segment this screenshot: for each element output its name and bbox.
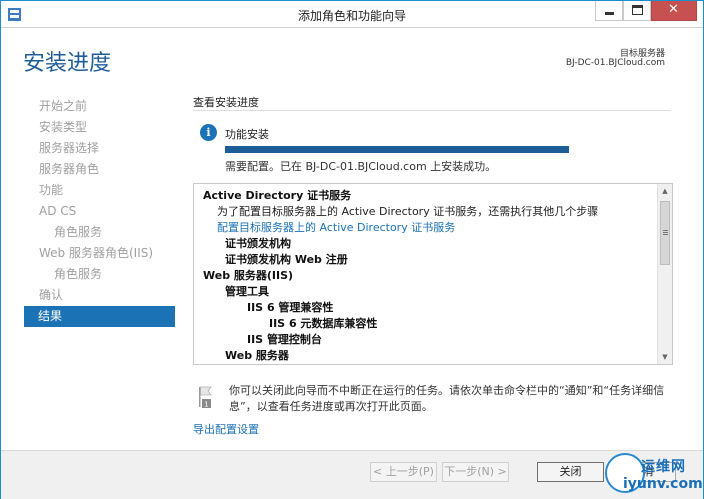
export-config-link[interactable]: 导出配置设置 (193, 421, 259, 437)
nav-item-web-server-role[interactable]: Web 服务器角色(IIS) (25, 243, 175, 264)
results-scrollbar[interactable]: ▲ ▼ (657, 184, 672, 364)
close-window-button[interactable]: ✕ (651, 1, 697, 21)
footer-bar: < 上一步(P) 下一步(N) > 关闭 取消 (1, 450, 703, 499)
nav-item-features[interactable]: 功能 (25, 180, 175, 201)
results-link[interactable]: 配置目标服务器上的 Active Directory 证书服务 (203, 220, 653, 236)
nav-item-before-you-begin[interactable]: 开始之前 (25, 96, 175, 117)
nav-item-server-selection[interactable]: 服务器选择 (25, 138, 175, 159)
wizard-window: 添加角色和功能向导 ✕ 安装进度 目标服务器 BJ-DC-01.BJCloud.… (0, 0, 704, 499)
nav-item-results[interactable]: 结果 (24, 306, 175, 327)
close-wizard-note: 你可以关闭此向导而不中断正在运行的任务。请依次单击命令栏中的“通知”和“任务详细… (229, 384, 665, 413)
results-item: Web 服务器(IIS) (203, 269, 294, 282)
window-controls: ✕ (595, 1, 697, 22)
grip-icon (663, 230, 668, 231)
install-progress-bar (225, 146, 569, 153)
notification-flag-icon: 1 (197, 385, 215, 409)
nav-item-ad-cs-role-services[interactable]: 角色服务 (25, 222, 175, 243)
nav-item-web-role-services[interactable]: 角色服务 (25, 264, 175, 285)
wizard-nav: 开始之前 安装类型 服务器选择 服务器角色 功能 AD CS 角色服务 Web … (24, 96, 175, 327)
close-button[interactable]: 关闭 (537, 462, 604, 482)
scroll-thumb[interactable] (660, 201, 670, 265)
section-divider (193, 110, 671, 111)
title-bar[interactable]: 添加角色和功能向导 ✕ (1, 1, 703, 28)
site-watermark: 运维网 iyunv.com (605, 452, 703, 498)
results-item: IIS 管理控制台 (247, 333, 322, 346)
maximize-icon (632, 5, 643, 15)
scroll-up-icon[interactable]: ▲ (658, 184, 672, 198)
nav-item-installation-type[interactable]: 安装类型 (25, 117, 175, 138)
target-server-value: BJ-DC-01.BJCloud.com (565, 58, 665, 68)
nav-item-server-roles[interactable]: 服务器角色 (25, 159, 175, 180)
previous-button[interactable]: < 上一步(P) (370, 462, 437, 482)
results-item: IIS 6 管理兼容性 (247, 301, 334, 314)
info-icon: i (200, 124, 217, 141)
feature-install-label: 功能安装 (225, 128, 269, 141)
results-item: 应用程序开发 (203, 364, 653, 365)
svg-text:1: 1 (204, 401, 208, 409)
close-icon: ✕ (668, 2, 679, 17)
success-message: 需要配置。已在 BJ-DC-01.BJCloud.com 上安装成功。 (225, 160, 497, 173)
next-button[interactable]: 下一步(N) > (442, 462, 509, 482)
watermark-text-line2: iyunv.com (623, 476, 703, 492)
results-item: 为了配置目标服务器上的 Active Directory 证书服务，还需执行其他… (217, 205, 599, 218)
results-item: 证书颁发机构 Web 注册 (225, 253, 348, 266)
minimize-icon (605, 12, 614, 15)
watermark-text-line1: 运维网 (641, 459, 686, 475)
results-item: 管理工具 (225, 285, 269, 298)
scroll-down-icon[interactable]: ▼ (658, 350, 672, 364)
section-title: 查看安装进度 (193, 96, 259, 109)
progress-fill (225, 146, 569, 153)
minimize-button[interactable] (595, 1, 623, 21)
results-panel[interactable]: Active Directory 证书服务为了配置目标服务器上的 Active … (193, 183, 673, 365)
results-item: IIS 6 元数据库兼容性 (269, 317, 378, 330)
nav-item-ad-cs[interactable]: AD CS (25, 201, 175, 222)
results-item: Web 服务器 (225, 349, 289, 362)
page-title: 安装进度 (23, 51, 112, 76)
maximize-button[interactable] (623, 1, 651, 21)
results-item: 证书颁发机构 (225, 237, 291, 250)
results-item: Active Directory 证书服务 (203, 189, 352, 202)
nav-item-confirmation[interactable]: 确认 (25, 285, 175, 306)
main-content: 查看安装进度 i 功能安装 需要配置。已在 BJ-DC-01.BJCloud.c… (193, 94, 693, 365)
results-list: Active Directory 证书服务为了配置目标服务器上的 Active … (203, 188, 653, 365)
